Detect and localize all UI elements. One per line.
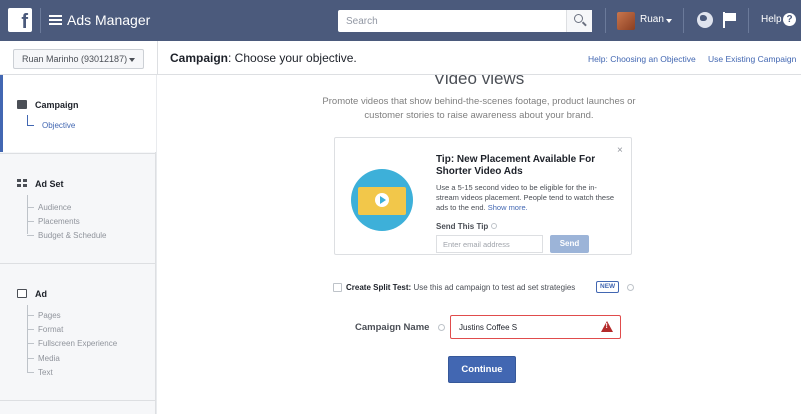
main-content: Video views Promote videos that show beh… xyxy=(157,75,801,414)
new-badge: NEW xyxy=(596,281,620,293)
hamburger-menu-icon[interactable] xyxy=(49,15,62,25)
topbar-divider xyxy=(605,8,606,33)
facebook-logo-icon[interactable]: f xyxy=(8,8,32,32)
page-title-bold: Campaign xyxy=(170,51,229,65)
video-illustration-icon xyxy=(351,169,413,231)
tree-tick xyxy=(27,315,34,316)
sidebar-item-campaign[interactable]: Campaign xyxy=(17,100,79,110)
split-test-label: Create Split Test: xyxy=(346,283,412,292)
chevron-down-icon xyxy=(129,58,135,62)
search-icon-handle xyxy=(582,21,587,27)
objective-heading: Video views xyxy=(433,75,525,88)
topbar-divider xyxy=(748,8,749,33)
grid-icon-cell xyxy=(23,179,27,182)
show-more-link[interactable]: Show more. xyxy=(488,203,528,212)
sidebar-item-pages[interactable]: Pages xyxy=(38,311,61,320)
continue-button[interactable]: Continue xyxy=(448,356,516,383)
tree-line xyxy=(27,195,28,234)
tree-line xyxy=(27,115,28,125)
sidebar-item-objective[interactable]: Objective xyxy=(42,121,75,130)
sidebar-item-ad[interactable]: Ad xyxy=(17,289,47,299)
page-title: Campaign: Choose your objective. xyxy=(170,51,357,65)
topbar-divider xyxy=(40,8,41,33)
sidebar-item-audience[interactable]: Audience xyxy=(38,203,71,212)
grid-icon-cell xyxy=(17,179,21,182)
sidebar-divider xyxy=(0,263,156,264)
sidebar-item-media[interactable]: Media xyxy=(38,354,60,363)
search-button[interactable] xyxy=(566,10,592,32)
tip-title: Tip: New Placement Available For Shorter… xyxy=(436,154,596,177)
close-icon[interactable]: × xyxy=(617,145,623,156)
campaign-name-label: Campaign Name xyxy=(355,322,430,333)
topbar-divider xyxy=(683,8,684,33)
send-tip-button[interactable]: Send xyxy=(550,235,589,253)
tip-card: × Tip: New Placement Available For Short… xyxy=(334,137,632,255)
tree-tick xyxy=(27,125,34,126)
info-icon[interactable] xyxy=(627,284,634,291)
monitor-icon xyxy=(17,289,27,298)
top-bar: f Ads Manager Ruan Help ? xyxy=(0,0,801,41)
chevron-down-icon[interactable] xyxy=(666,19,672,23)
tree-tick xyxy=(27,329,34,330)
sidebar-item-format[interactable]: Format xyxy=(38,325,63,334)
subbar-divider xyxy=(157,41,158,75)
sidebar-item-ad-set[interactable]: Ad Set xyxy=(17,179,64,189)
sidebar-divider xyxy=(0,400,156,401)
app-title[interactable]: Ads Manager xyxy=(67,12,150,28)
sidebar: Campaign Objective Ad Set Audience Place… xyxy=(0,75,156,414)
use-existing-campaign-link[interactable]: Use Existing Campaign xyxy=(708,54,796,64)
help-menu-label[interactable]: Help xyxy=(761,14,782,25)
sidebar-divider xyxy=(0,153,156,154)
sidebar-item-label: Ad xyxy=(35,289,47,299)
search-box xyxy=(338,10,592,32)
folder-icon xyxy=(17,100,27,109)
tree-tick xyxy=(27,343,34,344)
info-icon[interactable] xyxy=(491,223,498,229)
tree-tick xyxy=(27,358,34,359)
tree-tick xyxy=(27,235,34,236)
flag-icon-cloth xyxy=(725,13,736,21)
objective-description: Promote videos that show behind-the-scen… xyxy=(322,96,636,121)
page-title-rest: : Choose your objective. xyxy=(228,51,357,65)
sidebar-item-label: Campaign xyxy=(35,100,79,110)
email-field[interactable] xyxy=(436,235,543,253)
grid-icon xyxy=(17,179,27,188)
help-choosing-objective-link[interactable]: Help: Choosing an Objective xyxy=(588,54,696,64)
tree-tick xyxy=(27,372,34,373)
avatar[interactable] xyxy=(617,12,635,30)
user-name[interactable]: Ruan xyxy=(640,14,664,25)
tree-tick xyxy=(27,207,34,208)
sidebar-item-label: Ad Set xyxy=(35,179,64,189)
sidebar-item-fullscreen-experience[interactable]: Fullscreen Experience xyxy=(38,339,117,348)
help-icon[interactable]: ? xyxy=(783,13,796,26)
campaign-name-input[interactable] xyxy=(450,315,621,339)
send-tip-text: Send This Tip xyxy=(436,222,489,231)
split-test-description: Use this ad campaign to test ad set stra… xyxy=(413,283,576,292)
sidebar-item-budget-schedule[interactable]: Budget & Schedule xyxy=(38,231,107,240)
grid-icon-cell xyxy=(23,184,27,187)
split-test-checkbox[interactable] xyxy=(333,283,342,292)
send-tip-label: Send This Tip xyxy=(436,222,498,231)
tree-tick xyxy=(27,221,34,222)
grid-icon-cell xyxy=(17,184,21,187)
active-indicator xyxy=(0,75,3,152)
sub-header: Ruan Marinho (93012187) Campaign: Choose… xyxy=(0,41,801,75)
info-icon[interactable] xyxy=(438,324,445,331)
sidebar-item-placements[interactable]: Placements xyxy=(38,217,80,226)
ad-account-select[interactable]: Ruan Marinho (93012187) xyxy=(13,49,144,69)
split-test-text[interactable]: Create Split Test: Use this ad campaign … xyxy=(346,283,575,292)
sidebar-item-text[interactable]: Text xyxy=(38,368,53,377)
tip-body: Use a 5-15 second video to be eligible f… xyxy=(436,183,616,213)
sidebar-section-campaign[interactable]: Campaign Objective xyxy=(0,75,156,152)
globe-icon[interactable] xyxy=(697,12,713,28)
play-icon xyxy=(375,193,389,207)
ad-account-label: Ruan Marinho (93012187) xyxy=(22,54,128,64)
flag-icon[interactable] xyxy=(723,12,737,28)
search-input[interactable] xyxy=(338,10,564,32)
warning-icon xyxy=(601,321,613,332)
